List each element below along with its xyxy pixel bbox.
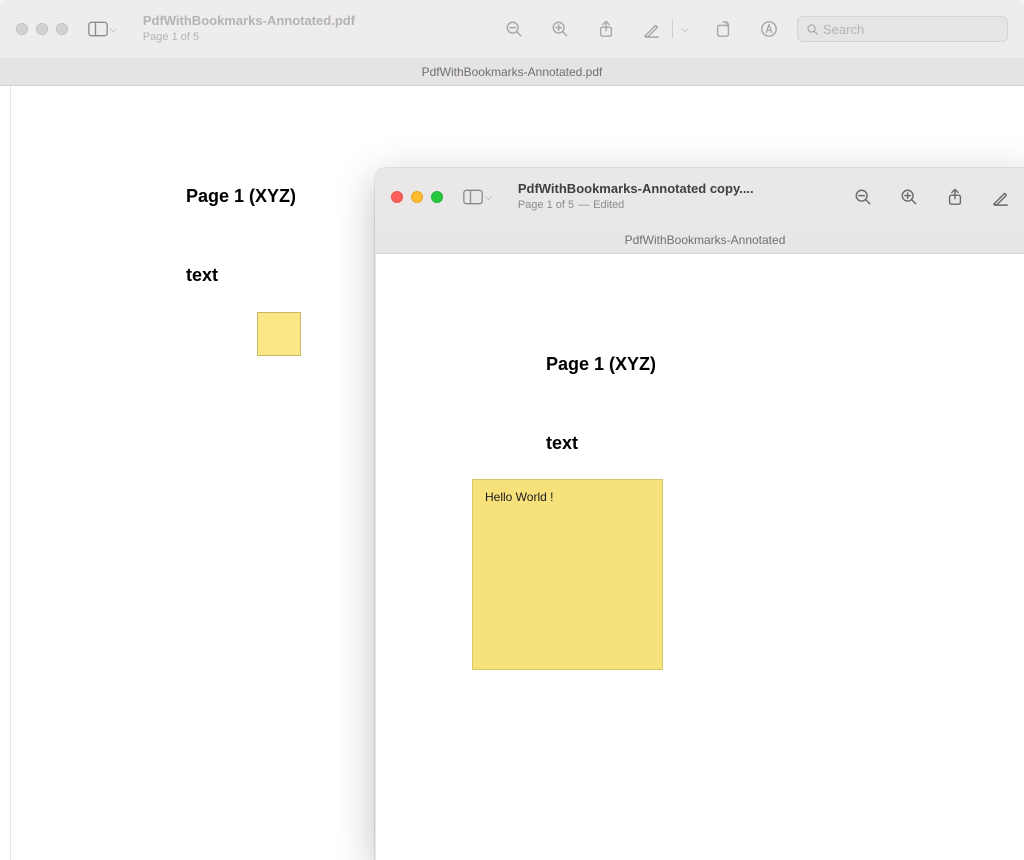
zoom-window-button[interactable] <box>56 23 68 35</box>
share-button[interactable] <box>937 183 973 211</box>
highlight-menu-button[interactable]: ⌵ <box>675 15 695 43</box>
share-icon <box>946 188 964 206</box>
rotate-button[interactable] <box>705 15 741 43</box>
foreground-preview-window: ⌵ PdfWithBookmarks-Annotated copy.... Pa… <box>375 168 1024 860</box>
zoom-in-button[interactable] <box>891 183 927 211</box>
zoom-window-button[interactable] <box>431 191 443 203</box>
zoom-out-icon <box>505 20 523 38</box>
markup-pen-icon <box>760 20 778 38</box>
traffic-lights <box>16 23 68 35</box>
page-indicator: Page 1 of 5 <box>518 198 574 212</box>
zoom-in-button[interactable] <box>542 15 578 43</box>
chevron-down-icon: ⌵ <box>485 192 492 203</box>
toolbar: ⌵ PdfWithBookmarks-Annotated.pdf Page 1 … <box>0 0 1024 58</box>
document-title: PdfWithBookmarks-Annotated.pdf <box>143 13 355 30</box>
toolbar-tools <box>845 183 1019 211</box>
close-window-button[interactable] <box>391 191 403 203</box>
chevron-down-icon: ⌵ <box>682 24 689 35</box>
toolbar-tools: ⌵ <box>496 15 1008 43</box>
minimize-window-button[interactable] <box>411 191 423 203</box>
tab-bar: PdfWithBookmarks-Annotated.pdf <box>0 58 1024 86</box>
search-icon <box>806 23 819 36</box>
sidebar-icon <box>88 21 108 37</box>
search-input[interactable] <box>823 22 999 37</box>
search-field[interactable] <box>797 16 1008 42</box>
highlight-button[interactable] <box>983 183 1019 211</box>
sticky-note-annotation[interactable]: Hello World ! <box>472 479 663 670</box>
zoom-out-icon <box>854 188 872 206</box>
zoom-out-button[interactable] <box>496 15 532 43</box>
tab-label[interactable]: PdfWithBookmarks-Annotated <box>625 233 786 247</box>
document-title: PdfWithBookmarks-Annotated copy.... <box>518 181 754 198</box>
status-separator: — <box>578 198 589 212</box>
traffic-lights <box>391 191 443 203</box>
close-window-button[interactable] <box>16 23 28 35</box>
zoom-out-button[interactable] <box>845 183 881 211</box>
share-button[interactable] <box>588 15 624 43</box>
sticky-note-annotation[interactable] <box>257 312 301 356</box>
page-indicator: Page 1 of 5 <box>143 30 355 44</box>
share-icon <box>597 20 615 38</box>
highlight-button[interactable] <box>634 15 670 43</box>
pdf-heading: Page 1 (XYZ) <box>546 354 1024 375</box>
sidebar-toggle-button[interactable]: ⌵ <box>463 189 492 205</box>
pdf-page: Page 1 (XYZ) text Hello World ! <box>375 254 1024 860</box>
tab-label[interactable]: PdfWithBookmarks-Annotated.pdf <box>422 65 603 79</box>
title-block: PdfWithBookmarks-Annotated.pdf Page 1 of… <box>143 13 355 44</box>
chevron-down-icon: ⌵ <box>110 24 117 35</box>
zoom-in-icon <box>900 188 918 206</box>
pencil-icon <box>992 188 1010 206</box>
sticky-note-text: Hello World ! <box>485 490 553 504</box>
tab-bar: PdfWithBookmarks-Annotated <box>375 226 1024 254</box>
minimize-window-button[interactable] <box>36 23 48 35</box>
zoom-in-icon <box>551 20 569 38</box>
pdf-body-text: text <box>546 433 1024 454</box>
sidebar-icon <box>463 189 483 205</box>
markup-button-group: ⌵ <box>634 15 695 43</box>
title-block: PdfWithBookmarks-Annotated copy.... Page… <box>518 181 754 212</box>
markup-toolbar-button[interactable] <box>751 15 787 43</box>
pencil-icon <box>643 20 661 38</box>
edited-status: Edited <box>593 198 624 212</box>
rotate-icon <box>714 20 732 38</box>
sidebar-toggle-button[interactable]: ⌵ <box>88 21 117 37</box>
toolbar: ⌵ PdfWithBookmarks-Annotated copy.... Pa… <box>375 168 1024 226</box>
